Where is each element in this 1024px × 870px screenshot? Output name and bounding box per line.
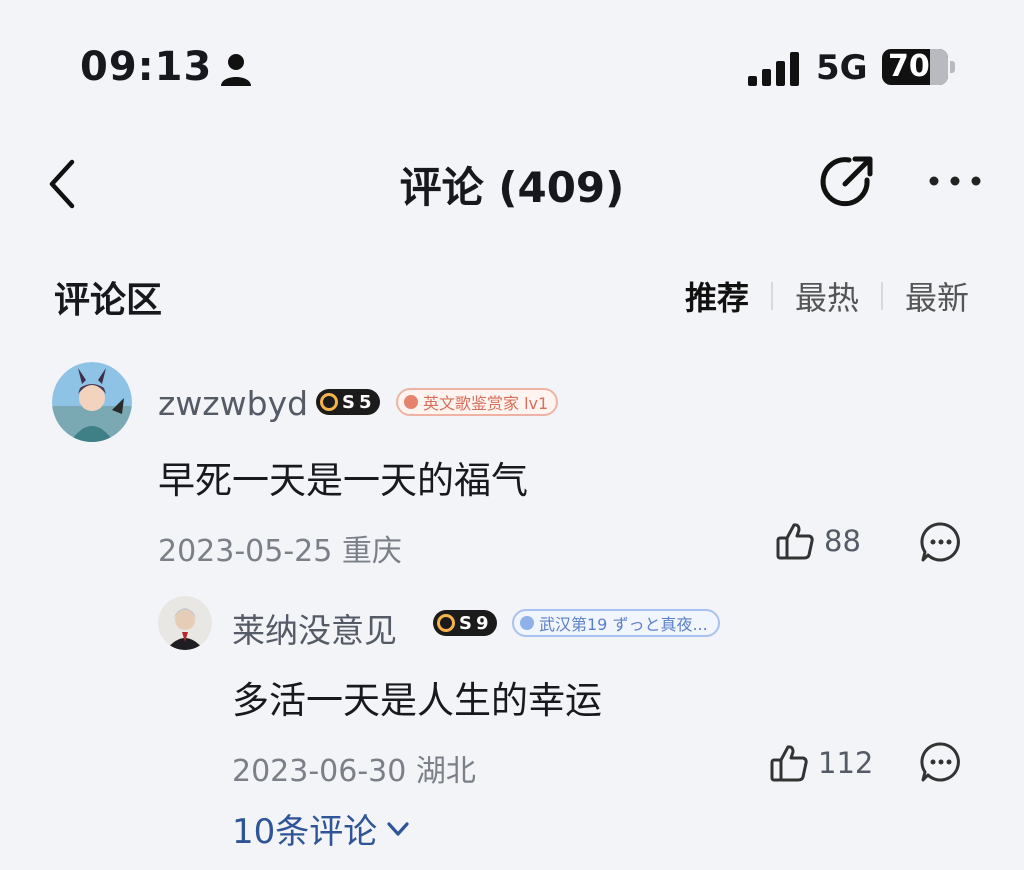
comment-username[interactable]: zwzwbyd <box>158 384 308 423</box>
level-ring-icon <box>437 614 455 632</box>
fan-badge[interactable]: 武汉第19 ずっと真夜... <box>512 609 720 637</box>
section-title: 评论区 <box>54 280 163 321</box>
thumbs-up-icon <box>776 523 814 560</box>
level-number: 9 <box>475 612 489 634</box>
reply-avatar[interactable] <box>158 596 212 650</box>
tab-divider <box>880 282 883 310</box>
like-button[interactable]: 88 <box>774 520 861 562</box>
like-count: 88 <box>824 524 861 558</box>
comments-page: 09:13 5G 70 评论 (409) 评论区 推荐 最热 最新 zwzwby… <box>0 0 1024 870</box>
level-number: 5 <box>358 391 372 413</box>
like-button[interactable]: 112 <box>768 742 873 784</box>
badge-icon <box>520 616 534 630</box>
battery-indicator: 70 <box>882 49 948 85</box>
battery-tip <box>950 61 955 73</box>
fan-badge[interactable]: 英文歌鉴赏家 lv1 <box>396 388 558 416</box>
status-time: 09:13 <box>80 44 213 90</box>
comment-bubble-icon[interactable] <box>920 521 962 563</box>
sort-tab-recommended[interactable]: 推荐 <box>685 273 749 319</box>
avatar[interactable] <box>52 362 132 442</box>
more-replies-link[interactable]: 10条评论 <box>232 804 411 853</box>
level-badge: S5 <box>316 389 380 415</box>
sort-tab-hottest[interactable]: 最热 <box>795 273 859 319</box>
badge-icon <box>404 395 418 409</box>
fan-badge-label: 英文歌鉴赏家 lv1 <box>423 394 549 413</box>
comment-text: 早死一天是一天的福气 <box>158 459 528 502</box>
reply-meta: 2023-06-30 湖北 <box>232 754 476 789</box>
chevron-down-icon <box>387 821 409 836</box>
comment-meta: 2023-05-25 重庆 <box>158 534 402 569</box>
sort-tab-newest[interactable]: 最新 <box>905 273 969 319</box>
share-icon[interactable] <box>818 153 876 211</box>
tab-divider <box>770 282 773 310</box>
reply-text: 多活一天是人生的幸运 <box>232 679 602 722</box>
level-badge: S9 <box>433 610 497 636</box>
more-replies-label: 10条评论 <box>232 812 378 852</box>
comment-bubble-icon[interactable] <box>920 741 962 783</box>
signal-icon <box>748 52 799 86</box>
person-icon <box>221 54 251 86</box>
battery-level: 70 <box>888 49 930 84</box>
network-label: 5G <box>816 48 868 88</box>
reply-username[interactable]: 莱纳没意见 <box>232 604 397 652</box>
level-ring-icon <box>320 393 338 411</box>
thumbs-up-icon <box>770 745 808 782</box>
more-icon[interactable] <box>926 170 984 192</box>
fan-badge-label: 武汉第19 ずっと真夜... <box>539 615 708 634</box>
like-count: 112 <box>818 746 874 780</box>
sort-tabs: 推荐 最热 最新 <box>685 273 969 319</box>
